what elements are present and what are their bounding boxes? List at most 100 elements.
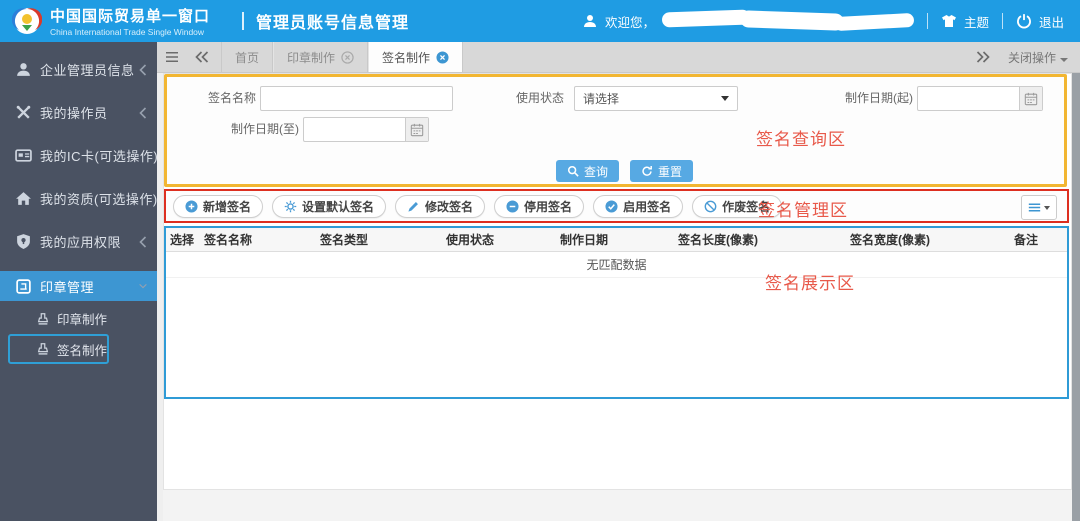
- chevron-left-icon: [139, 107, 147, 119]
- header-divider: [1002, 13, 1003, 29]
- close-operations-dropdown[interactable]: 关闭操作: [1008, 49, 1068, 66]
- signature-management-section: 新增签名 设置默认签名 修改签名 停用签名 启用签名 作废签名: [164, 189, 1069, 223]
- signature-display-section: 选择 签名名称 签名类型 使用状态 制作日期 签名长度(像素) 签名宽度(像素)…: [164, 226, 1069, 399]
- tabbar-right-controls: 关闭操作: [968, 42, 1080, 72]
- column-header-use-status[interactable]: 使用状态: [442, 228, 556, 251]
- power-icon[interactable]: [1016, 13, 1032, 29]
- logout-button[interactable]: 退出: [1039, 12, 1064, 31]
- app-header: 中国国际贸易单一窗口 China International Trade Sin…: [0, 0, 1080, 42]
- user-icon: [15, 61, 32, 78]
- use-status-select[interactable]: 请选择: [574, 86, 738, 111]
- column-header-signature-width[interactable]: 签名宽度(像素): [846, 228, 1010, 251]
- management-area-annotation: 签名管理区: [758, 196, 848, 221]
- sidebar-subitem-signature-making[interactable]: 签名制作: [8, 334, 109, 364]
- sidebar-item-seal-management[interactable]: 印章管理: [0, 271, 157, 301]
- list-icon: [1028, 202, 1041, 213]
- page-title: 管理员账号信息管理: [256, 9, 409, 33]
- redaction-scribble: [834, 13, 915, 31]
- chevron-left-icon: [139, 236, 147, 248]
- brand: 中国国际贸易单一窗口 China International Trade Sin…: [0, 5, 238, 37]
- sidebar: 企业管理员信息 我的操作员 我的IC卡(可选操作) 我的资质(可选操作) 我的应…: [0, 42, 157, 521]
- plus-circle-icon: [185, 200, 198, 213]
- reset-icon: [641, 165, 653, 177]
- shield-icon: [15, 233, 32, 250]
- make-date-from-input[interactable]: [918, 87, 1019, 110]
- chevron-down-icon: [139, 280, 147, 292]
- scroll-tabs-right-icon[interactable]: [968, 51, 998, 63]
- redaction-scribble: [662, 9, 750, 27]
- empty-state-text: 无匹配数据: [166, 252, 1067, 278]
- tab-seal-making[interactable]: 印章制作: [273, 42, 368, 72]
- stamp-icon: [36, 312, 50, 326]
- header-divider: [927, 13, 928, 29]
- gear-icon: [284, 200, 297, 213]
- scroll-tabs-left-icon[interactable]: [187, 42, 217, 72]
- search-icon: [567, 165, 579, 177]
- set-default-signature-button[interactable]: 设置默认签名: [272, 195, 386, 218]
- caret-down-icon: [1060, 58, 1068, 62]
- add-signature-button[interactable]: 新增签名: [173, 195, 263, 218]
- make-date-to-input[interactable]: [304, 118, 405, 141]
- pencil-icon: [407, 200, 420, 213]
- header-right: 欢迎您， 主题 退出: [582, 11, 1080, 31]
- sidebar-item-my-qualifications[interactable]: 我的资质(可选操作): [0, 177, 157, 220]
- menu-hamburger-icon[interactable]: [157, 42, 187, 72]
- sidebar-item-my-ic-card[interactable]: 我的IC卡(可选操作): [0, 134, 157, 177]
- theme-button[interactable]: 主题: [964, 12, 989, 31]
- tab-bar: 首页 印章制作 签名制作 关闭操作: [157, 42, 1080, 73]
- signature-name-field: [260, 86, 453, 111]
- brand-name-en: China International Trade Single Window: [50, 27, 210, 37]
- signature-name-label: 签名名称: [167, 86, 256, 111]
- calendar-icon[interactable]: [1019, 87, 1042, 110]
- display-area-annotation: 签名展示区: [765, 269, 855, 294]
- modify-signature-button[interactable]: 修改签名: [395, 195, 485, 218]
- column-header-signature-length[interactable]: 签名长度(像素): [674, 228, 846, 251]
- column-header-make-date[interactable]: 制作日期: [556, 228, 674, 251]
- vertical-scrollbar[interactable]: [1072, 73, 1080, 521]
- sidebar-item-my-app-permissions[interactable]: 我的应用权限: [0, 220, 157, 263]
- main-area: 首页 印章制作 签名制作 关闭操作 签名名称 使用状态 请选择 制作: [157, 42, 1080, 521]
- stamp-icon: [36, 342, 50, 356]
- content-card: 签名名称 使用状态 请选择 制作日期(起) 制作日期(至) 查询: [163, 73, 1072, 490]
- ic-card-icon: [15, 147, 32, 164]
- welcome-label: 欢迎您，: [605, 12, 655, 31]
- disable-signature-button[interactable]: 停用签名: [494, 195, 584, 218]
- query-area-annotation: 签名查询区: [756, 125, 846, 150]
- column-header-signature-type[interactable]: 签名类型: [316, 228, 442, 251]
- tab-home[interactable]: 首页: [221, 42, 273, 72]
- caret-down-icon: [1044, 206, 1050, 210]
- brand-name-cn: 中国国际贸易单一窗口: [50, 5, 210, 26]
- column-settings-button[interactable]: [1021, 195, 1057, 220]
- seal-icon: [15, 278, 32, 295]
- enable-signature-button[interactable]: 启用签名: [593, 195, 683, 218]
- make-date-to-field: [303, 117, 429, 142]
- home-icon: [15, 190, 32, 207]
- search-button[interactable]: 查询: [556, 160, 619, 182]
- redaction-scribble: [740, 10, 845, 31]
- table-header-row: 选择 签名名称 签名类型 使用状态 制作日期 签名长度(像素) 签名宽度(像素)…: [166, 228, 1067, 251]
- close-tab-icon[interactable]: [341, 51, 354, 64]
- sidebar-item-my-operators[interactable]: 我的操作员: [0, 91, 157, 134]
- signature-name-input[interactable]: [261, 87, 452, 110]
- use-status-label: 使用状态: [504, 86, 564, 111]
- column-header-select[interactable]: 选择: [166, 228, 200, 251]
- tab-signature-making[interactable]: 签名制作: [368, 42, 463, 72]
- redacted-username: [662, 11, 914, 31]
- sidebar-item-enterprise-admin-info[interactable]: 企业管理员信息: [0, 48, 157, 91]
- caret-down-icon: [721, 96, 729, 101]
- theme-shirt-icon[interactable]: [941, 13, 957, 29]
- make-date-to-label: 制作日期(至): [167, 117, 299, 142]
- sidebar-subitem-seal-making[interactable]: 印章制作: [0, 305, 157, 332]
- signature-table: 选择 签名名称 签名类型 使用状态 制作日期 签名长度(像素) 签名宽度(像素)…: [166, 228, 1067, 252]
- tools-icon: [15, 104, 32, 121]
- app-logo-icon: [12, 6, 42, 36]
- calendar-icon[interactable]: [405, 118, 428, 141]
- chevron-left-icon: [139, 64, 147, 76]
- column-header-signature-name[interactable]: 签名名称: [200, 228, 316, 251]
- reset-button[interactable]: 重置: [630, 160, 693, 182]
- column-header-remarks[interactable]: 备注: [1010, 228, 1067, 251]
- title-divider: [242, 12, 244, 30]
- close-tab-icon[interactable]: [436, 51, 449, 64]
- user-avatar-icon: [582, 13, 598, 29]
- make-date-from-field: [917, 86, 1043, 111]
